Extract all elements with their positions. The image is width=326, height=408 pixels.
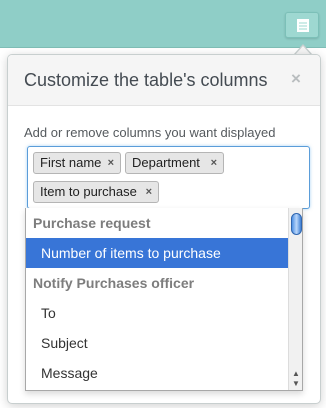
group-notify-purchases-officer: Notify Purchases officer bbox=[33, 275, 195, 291]
scroll-thumb[interactable] bbox=[291, 213, 302, 235]
column-dropdown: Purchase request Number of items to purc… bbox=[25, 208, 303, 391]
scroll-up-icon[interactable]: ▲ bbox=[292, 370, 300, 378]
tag-label: Department bbox=[132, 155, 200, 170]
column-select-input[interactable]: First name × Department × Item to purcha… bbox=[27, 146, 310, 209]
scroll-down-icon[interactable]: ▼ bbox=[292, 380, 300, 388]
close-button[interactable]: × bbox=[291, 70, 301, 88]
group-purchase-request: Purchase request bbox=[33, 215, 151, 231]
tag-first-name: First name × bbox=[33, 152, 121, 174]
tag-label: First name bbox=[40, 155, 102, 170]
option-number-of-items[interactable]: Number of items to purchase bbox=[26, 238, 288, 268]
option-message[interactable]: Message bbox=[26, 358, 288, 388]
dropdown-scrollbar[interactable]: ▲ ▼ bbox=[288, 208, 302, 390]
tag-item-to-purchase: Item to purchase × bbox=[33, 181, 159, 203]
tag-label: Item to purchase bbox=[40, 184, 137, 199]
popover-header: Customize the table's columns × bbox=[8, 55, 320, 106]
remove-tag-icon[interactable]: × bbox=[146, 182, 152, 202]
columns-icon bbox=[297, 19, 309, 32]
remove-tag-icon[interactable]: × bbox=[108, 153, 114, 173]
remove-tag-icon[interactable]: × bbox=[211, 153, 217, 173]
option-subject[interactable]: Subject bbox=[26, 328, 288, 358]
helper-text: Add or remove columns you want displayed bbox=[24, 125, 276, 140]
popover-title: Customize the table's columns bbox=[24, 70, 268, 90]
tag-department: Department × bbox=[125, 152, 224, 174]
columns-button[interactable] bbox=[285, 12, 319, 38]
top-bar bbox=[0, 0, 326, 48]
option-to[interactable]: To bbox=[26, 298, 288, 328]
